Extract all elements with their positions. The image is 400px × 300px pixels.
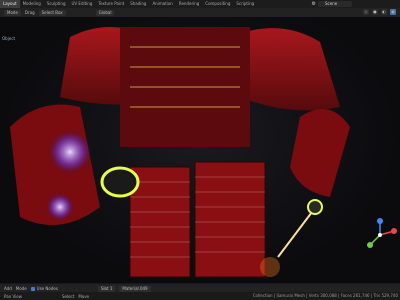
mode-menu[interactable]: Mode	[16, 286, 27, 291]
tab-scripting[interactable]: Scripting	[233, 0, 257, 8]
rendered-icon[interactable]: ◉	[390, 9, 396, 15]
tab-texture-paint[interactable]: Texture Paint	[95, 0, 127, 8]
add-menu[interactable]: Add	[4, 286, 12, 291]
tab-animation[interactable]: Animation	[149, 0, 175, 8]
scene-selector[interactable]: Scene	[318, 1, 352, 7]
transform-label: Global	[98, 9, 112, 15]
mode-label: Mode	[7, 9, 18, 15]
samurai-render	[10, 27, 350, 278]
status-bar: Pan View Select Move Collection | Samura…	[0, 292, 400, 300]
tab-shading[interactable]: Shading	[127, 0, 149, 8]
3d-viewport[interactable]: Object	[0, 17, 400, 283]
navigation-gizmo[interactable]	[362, 217, 398, 253]
wireframe-icon[interactable]: ◇	[363, 9, 369, 15]
tab-rendering[interactable]: Rendering	[176, 0, 202, 8]
scene-stats: Collection | Samurai Mesh | Verts 300,08…	[252, 293, 398, 298]
mode-dropdown[interactable]: Mode	[4, 9, 21, 16]
tab-uv-editing[interactable]: UV Editing	[69, 0, 96, 8]
status-move: Move	[78, 293, 90, 299]
solid-icon[interactable]: ●	[372, 9, 378, 15]
drag-label: Drag	[24, 10, 35, 15]
tab-layout[interactable]: Layout	[0, 0, 20, 8]
use-nodes-toggle[interactable]: Use Nodes	[30, 286, 58, 291]
status-select: Select	[61, 293, 75, 299]
shading-modes: ◇ ● ◐ ◉	[363, 9, 396, 15]
scene-icon: ⚙	[311, 1, 316, 7]
material-dropdown[interactable]: Material.049	[119, 285, 151, 292]
status-pan: Pan View	[4, 293, 22, 299]
tab-sculpting[interactable]: Sculpting	[44, 0, 69, 8]
transform-orientation-dropdown[interactable]: Global	[95, 9, 115, 16]
slot-dropdown[interactable]: Slot 1	[97, 285, 116, 292]
tab-compositing[interactable]: Compositing	[202, 0, 233, 8]
tab-modeling[interactable]: Modeling	[20, 0, 44, 8]
checkbox-icon	[30, 286, 35, 291]
select-box-dropdown[interactable]: Select Box	[38, 9, 66, 16]
select-box-label: Select Box	[41, 9, 63, 15]
object-mode-label: Object	[2, 36, 16, 41]
material-preview-icon[interactable]: ◐	[381, 9, 387, 15]
